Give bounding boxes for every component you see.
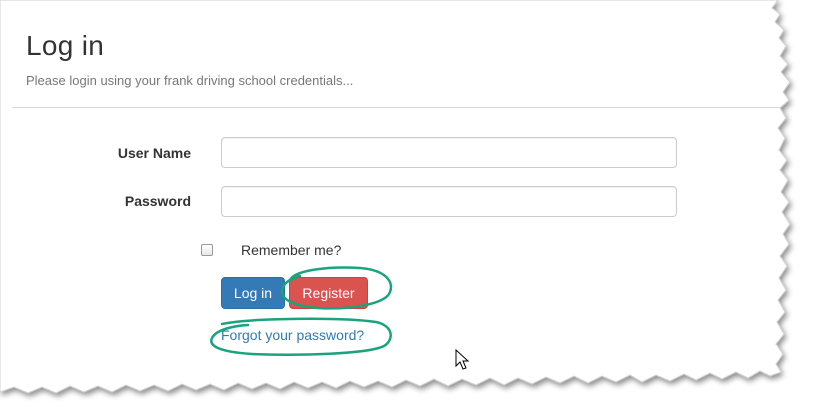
screenshot-stage: Log in Please login using your frank dri… (0, 0, 815, 411)
page-subtitle: Please login using your frank driving sc… (26, 73, 354, 88)
header-divider (12, 107, 780, 108)
remember-me-checkbox[interactable] (201, 244, 213, 256)
login-button[interactable]: Log in (221, 277, 285, 309)
password-label: Password (124, 193, 191, 209)
remember-me-label: Remember me? (241, 242, 342, 258)
username-input[interactable] (221, 137, 677, 168)
username-label: User Name (117, 145, 191, 161)
register-button[interactable]: Register (289, 277, 368, 309)
forgot-password-link[interactable]: Forgot your password? (221, 327, 364, 343)
password-input[interactable] (221, 186, 677, 217)
mouse-pointer-icon (455, 349, 470, 370)
login-panel: Log in Please login using your frank dri… (0, 0, 815, 411)
page-title: Log in (26, 30, 105, 61)
